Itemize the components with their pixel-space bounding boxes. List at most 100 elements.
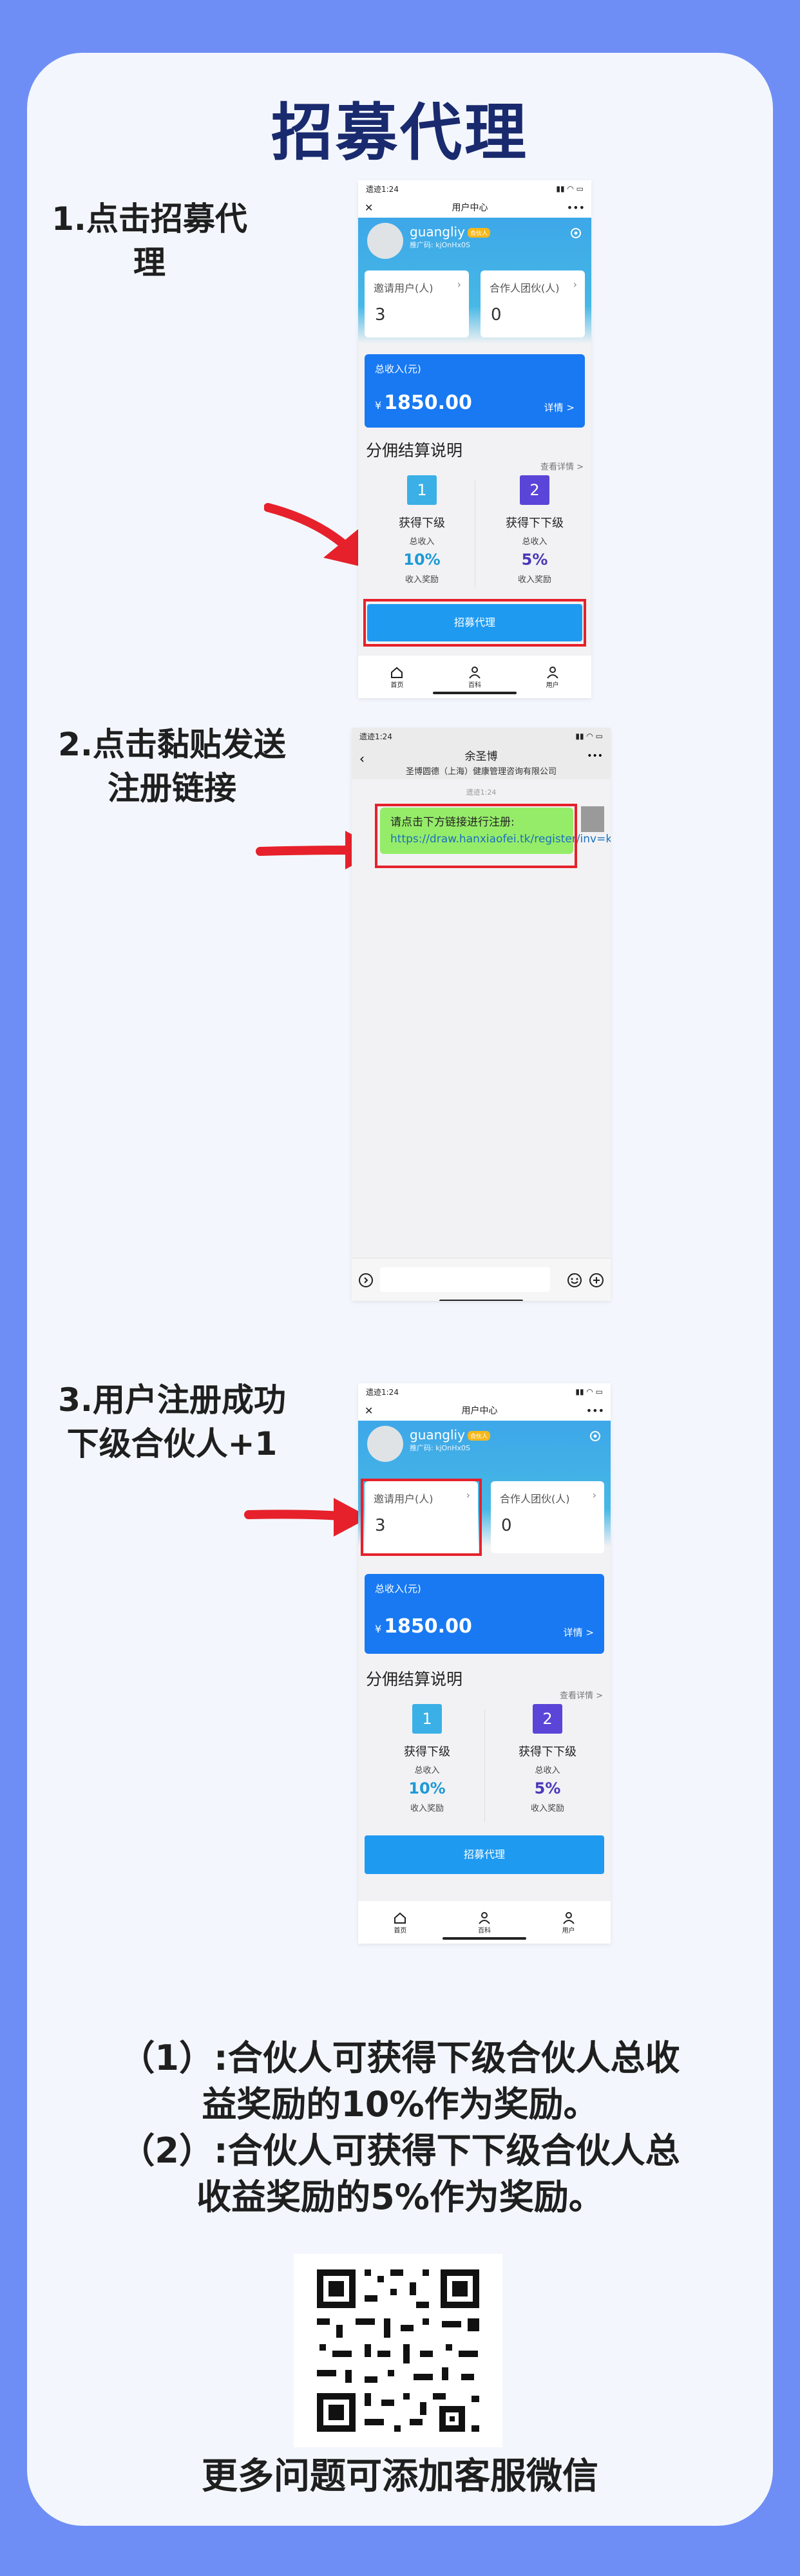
promo-code: 推广码: kjOnHx0S: [410, 1444, 471, 1452]
rule-2-title: 获得下下级: [519, 1745, 576, 1759]
tab-wiki[interactable]: 百科: [477, 1911, 491, 1935]
tab-home-label: 首页: [394, 1927, 407, 1935]
screen-user-center-2: 遗迹1:24 ▮▮ ◠ ▭ ✕ 用户中心 ••• guangliy 合伙人 推广码: k…: [358, 1383, 611, 1944]
status-time: 遗迹1:24: [366, 184, 399, 194]
tab-wiki[interactable]: 百科: [468, 665, 482, 689]
screen-user-center-1: 遗迹1:24 ▮▮ ◠ ▭ ✕ 用户中心 ••• guangliy 合伙人 推广码: k…: [358, 180, 591, 698]
step-2-label: 2.点击黏贴发送 注册链接: [46, 723, 298, 810]
income-detail-link[interactable]: 详情 >: [564, 1625, 594, 1639]
rule-1-percent: 10%: [408, 1779, 446, 1797]
footer-text: 更多问题可添加客服微信: [202, 2456, 598, 2497]
step-1-line2: 理: [133, 244, 166, 281]
income-value: ¥1850.00: [375, 1615, 472, 1638]
step-3-arrow-icon: [244, 1498, 370, 1537]
more-icon[interactable]: •••: [587, 751, 603, 761]
note-line-1: （1）:合伙人可获得下级合伙人总收: [120, 2038, 680, 2078]
signal-icon: ▮▮ ◠ ▭: [575, 1387, 603, 1396]
user-icon: [562, 1911, 575, 1924]
plus-icon[interactable]: [589, 1273, 604, 1288]
chevron-right-icon: ›: [457, 278, 461, 290]
highlight-box: [375, 804, 577, 868]
tab-wiki-label: 百科: [468, 681, 481, 689]
signal-icon: ▮▮ ◠ ▭: [575, 732, 603, 741]
gear-icon[interactable]: [589, 1430, 602, 1443]
avatar[interactable]: [367, 223, 403, 259]
promo-code: 推广码: kjOnHx0S: [410, 241, 471, 249]
income-amount: 1850.00: [384, 1615, 472, 1638]
rule-1-reward: 收入奖励: [405, 575, 439, 585]
section-title: 分佣结算说明: [366, 441, 463, 460]
home-indicator: [439, 1300, 523, 1301]
emoji-icon[interactable]: [567, 1273, 582, 1288]
person-icon: [469, 666, 481, 679]
message-input[interactable]: [380, 1267, 550, 1292]
rule-1-percent: 10%: [403, 551, 441, 569]
close-icon[interactable]: ✕: [365, 202, 373, 214]
tab-user-label: 用户: [562, 1927, 575, 1935]
step-1-label: 1.点击招募代 理: [46, 197, 252, 285]
username: guangliy 合伙人: [410, 224, 490, 240]
rule-2-sub: 总收入: [522, 537, 548, 547]
tab-user[interactable]: 用户: [546, 665, 560, 689]
status-bar: 遗迹1:24 ▮▮ ◠ ▭: [358, 1383, 611, 1400]
more-icon[interactable]: •••: [586, 1405, 604, 1417]
page-title: 招募代理: [271, 97, 529, 169]
highlight-box: [363, 599, 586, 647]
chevron-right-icon: ›: [592, 1489, 596, 1501]
step-1-arrow-icon: [264, 503, 367, 568]
nav-bar: ✕ 用户中心 •••: [358, 1400, 611, 1421]
income-card[interactable]: 总收入(元) ¥1850.00 详情 >: [365, 354, 585, 428]
contact-name: 余圣博: [464, 750, 498, 763]
voice-icon[interactable]: [358, 1273, 374, 1288]
income-card[interactable]: 总收入(元) ¥1850.00 详情 >: [365, 1574, 604, 1654]
invite-users-card[interactable]: 邀请用户(人) › 3: [365, 270, 469, 337]
home-indicator: [433, 692, 517, 694]
rule-1-sub: 总收入: [414, 1766, 440, 1776]
income-value: ¥1850.00: [375, 392, 472, 414]
recruit-agent-button[interactable]: 招募代理: [365, 1835, 604, 1874]
status-bar: 遗迹1:24 ▮▮ ◠ ▭: [352, 728, 611, 744]
highlight-box: [361, 1479, 482, 1556]
tab-home-label: 首页: [390, 681, 404, 689]
rule-2-sub: 总收入: [535, 1766, 560, 1776]
status-time: 遗迹1:24: [359, 732, 392, 741]
status-time: 遗迹1:24: [366, 1387, 399, 1397]
message-time: 遗迹1:24: [466, 788, 497, 797]
team-card[interactable]: 合作人团伙(人) › 0: [491, 1481, 604, 1553]
username-text: guangliy: [410, 1427, 465, 1443]
view-details-link[interactable]: 查看详情 >: [540, 460, 584, 472]
team-card[interactable]: 合作人团伙(人) › 0: [481, 270, 585, 337]
status-bar: 遗迹1:24 ▮▮ ◠ ▭: [358, 180, 591, 197]
view-details-link[interactable]: 查看详情 >: [560, 1689, 603, 1701]
income-detail-link[interactable]: 详情 >: [544, 401, 575, 414]
step-3-label: 3.用户注册成功 下级合伙人+1: [46, 1378, 298, 1466]
close-icon[interactable]: ✕: [365, 1405, 373, 1417]
avatar: [581, 806, 604, 832]
rule-2-reward: 收入奖励: [530, 1804, 564, 1814]
gear-icon[interactable]: [569, 227, 582, 240]
note-line-2: 益奖励的10%作为奖励。: [202, 2084, 598, 2125]
avatar[interactable]: [367, 1426, 403, 1462]
step-2-line2: 注册链接: [108, 770, 236, 807]
tab-home[interactable]: 首页: [390, 665, 404, 689]
back-icon[interactable]: ‹: [359, 751, 365, 766]
nav-title: 用户中心: [461, 1406, 498, 1416]
rule-2-number: 2: [533, 1704, 562, 1734]
username-text: guangliy: [410, 224, 465, 240]
screen-chat: 遗迹1:24 ▮▮ ◠ ▭ ‹ 余圣博 圣博圆德（上海）健康管理咨询有限公司 ••…: [352, 728, 611, 1301]
currency: ¥: [375, 399, 382, 412]
rule-1-reward: 收入奖励: [410, 1804, 444, 1814]
invite-value: 3: [375, 305, 386, 325]
step-1-line1: 1.点击招募代: [52, 200, 247, 238]
home-icon: [394, 1912, 406, 1924]
rule-1-number: 1: [407, 475, 437, 505]
chevron-right-icon: ›: [573, 278, 577, 290]
nav-title: 用户中心: [452, 203, 488, 213]
rule-2: 2 获得下下级 总收入 5% 收入奖励: [483, 475, 586, 585]
rule-1: 1 获得下级 总收入 10% 收入奖励: [374, 475, 470, 585]
username: guangliy 合伙人: [410, 1427, 490, 1443]
more-icon[interactable]: •••: [567, 202, 585, 214]
signal-icon: ▮▮ ◠ ▭: [556, 184, 584, 193]
tab-home[interactable]: 首页: [393, 1911, 407, 1935]
tab-user[interactable]: 用户: [562, 1911, 576, 1935]
